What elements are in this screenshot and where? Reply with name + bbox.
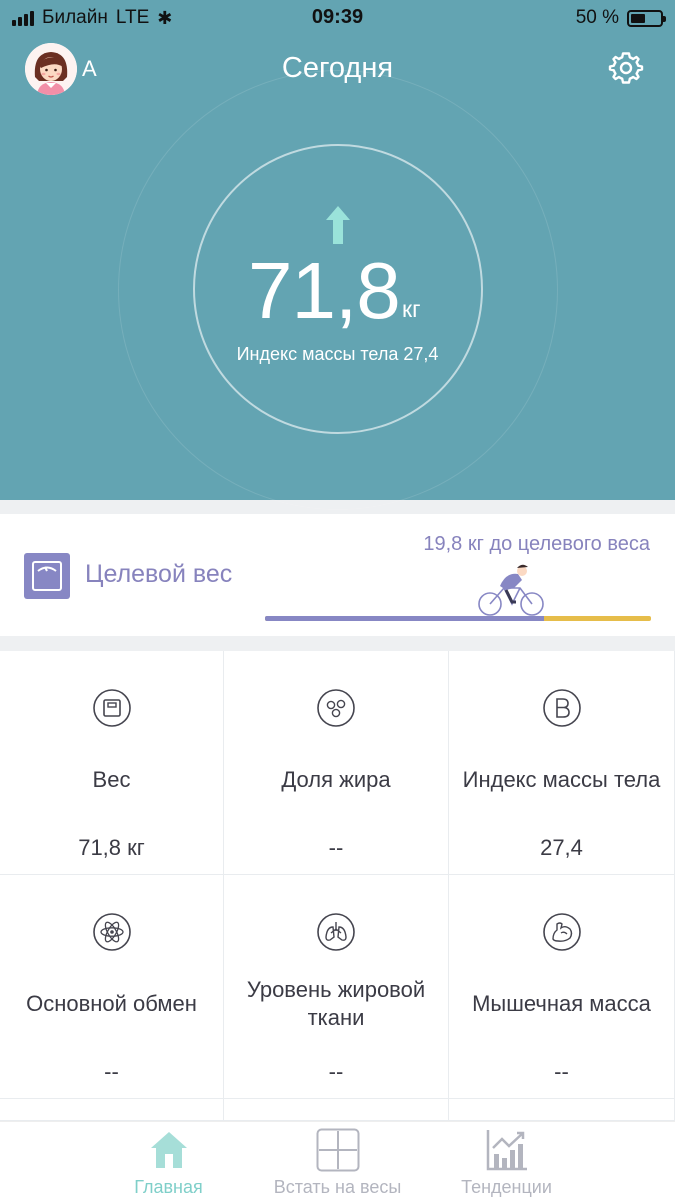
- fat-cells-icon: [317, 689, 355, 727]
- metric-basal-metabolism[interactable]: Основной обмен --: [0, 875, 224, 1099]
- metric-fat-percent[interactable]: Доля жира --: [224, 651, 449, 875]
- target-weight-label: Целевой вес: [85, 560, 233, 588]
- screen: Билайн LTE ✱ 09:39 50 % A Сегодня 71,8 к…: [0, 0, 675, 1200]
- metric-muscle-mass[interactable]: Мышечная масса --: [449, 875, 675, 1099]
- target-remaining: 19,8 кг до целевого веса: [423, 533, 650, 555]
- tab-bar: Главная Встать на весы Тенденции: [0, 1121, 675, 1200]
- today-hero: Билайн LTE ✱ 09:39 50 % A Сегодня 71,8 к…: [0, 0, 675, 510]
- trends-icon: [486, 1130, 527, 1171]
- metric-value: --: [328, 1059, 344, 1084]
- target-progress-fill: [265, 616, 545, 621]
- metric-weight[interactable]: Вес 71,8 кг: [0, 651, 224, 875]
- metric-name: Основной обмен: [26, 991, 197, 1016]
- metric-value: --: [554, 1059, 569, 1084]
- status-bar: Билайн LTE ✱ 09:39 50 %: [0, 0, 675, 36]
- weight-value: 71,8: [248, 246, 401, 335]
- metric-value: --: [104, 1059, 119, 1084]
- tab-label: Тенденции: [461, 1177, 552, 1197]
- metric-cell-partial: [0, 1099, 224, 1121]
- metric-name: Мышечная масса: [472, 991, 651, 1016]
- metric-name: Индекс массы тела: [462, 767, 661, 792]
- gear-icon[interactable]: [608, 50, 644, 86]
- status-right: 50 %: [575, 7, 666, 29]
- metric-name: Вес: [92, 767, 131, 792]
- trend-up-arrow-icon: [326, 206, 350, 244]
- cyclist-icon: [478, 564, 544, 616]
- target-progress-bar: [265, 616, 651, 621]
- metric-value: 71,8 кг: [78, 835, 145, 860]
- metric-visceral-fat[interactable]: Уровень жировой ткани --: [224, 875, 449, 1099]
- lungs-icon: [317, 913, 355, 951]
- metrics-grid: Вес 71,8 кг Доля жира -- Индекс массы те…: [0, 651, 675, 1121]
- home-icon: [150, 1132, 187, 1168]
- muscle-icon: [542, 913, 581, 951]
- metric-name: Доля жира: [281, 767, 391, 792]
- metric-cell-partial: [449, 1099, 675, 1121]
- metric-cell-partial: [224, 1099, 449, 1121]
- bmi-b-icon: [542, 689, 581, 727]
- weight-unit: кг: [402, 296, 421, 322]
- weigh-icon: [316, 1128, 359, 1172]
- tab-trends[interactable]: Тенденции: [394, 1122, 619, 1200]
- status-time: 09:39: [311, 6, 364, 28]
- scale-badge-icon: [24, 553, 70, 599]
- scale-icon: [92, 689, 131, 727]
- battery-icon: [627, 9, 666, 27]
- atom-icon: [92, 913, 131, 951]
- metric-value: 27,4: [540, 835, 583, 860]
- bmi-summary: Индекс массы тела 27,4: [236, 344, 439, 364]
- battery-percent: 50 %: [575, 7, 619, 28]
- metric-bmi[interactable]: Индекс массы тела 27,4: [449, 651, 675, 875]
- metric-name: Уровень жировой ткани: [246, 977, 426, 1030]
- metric-value: --: [328, 835, 344, 860]
